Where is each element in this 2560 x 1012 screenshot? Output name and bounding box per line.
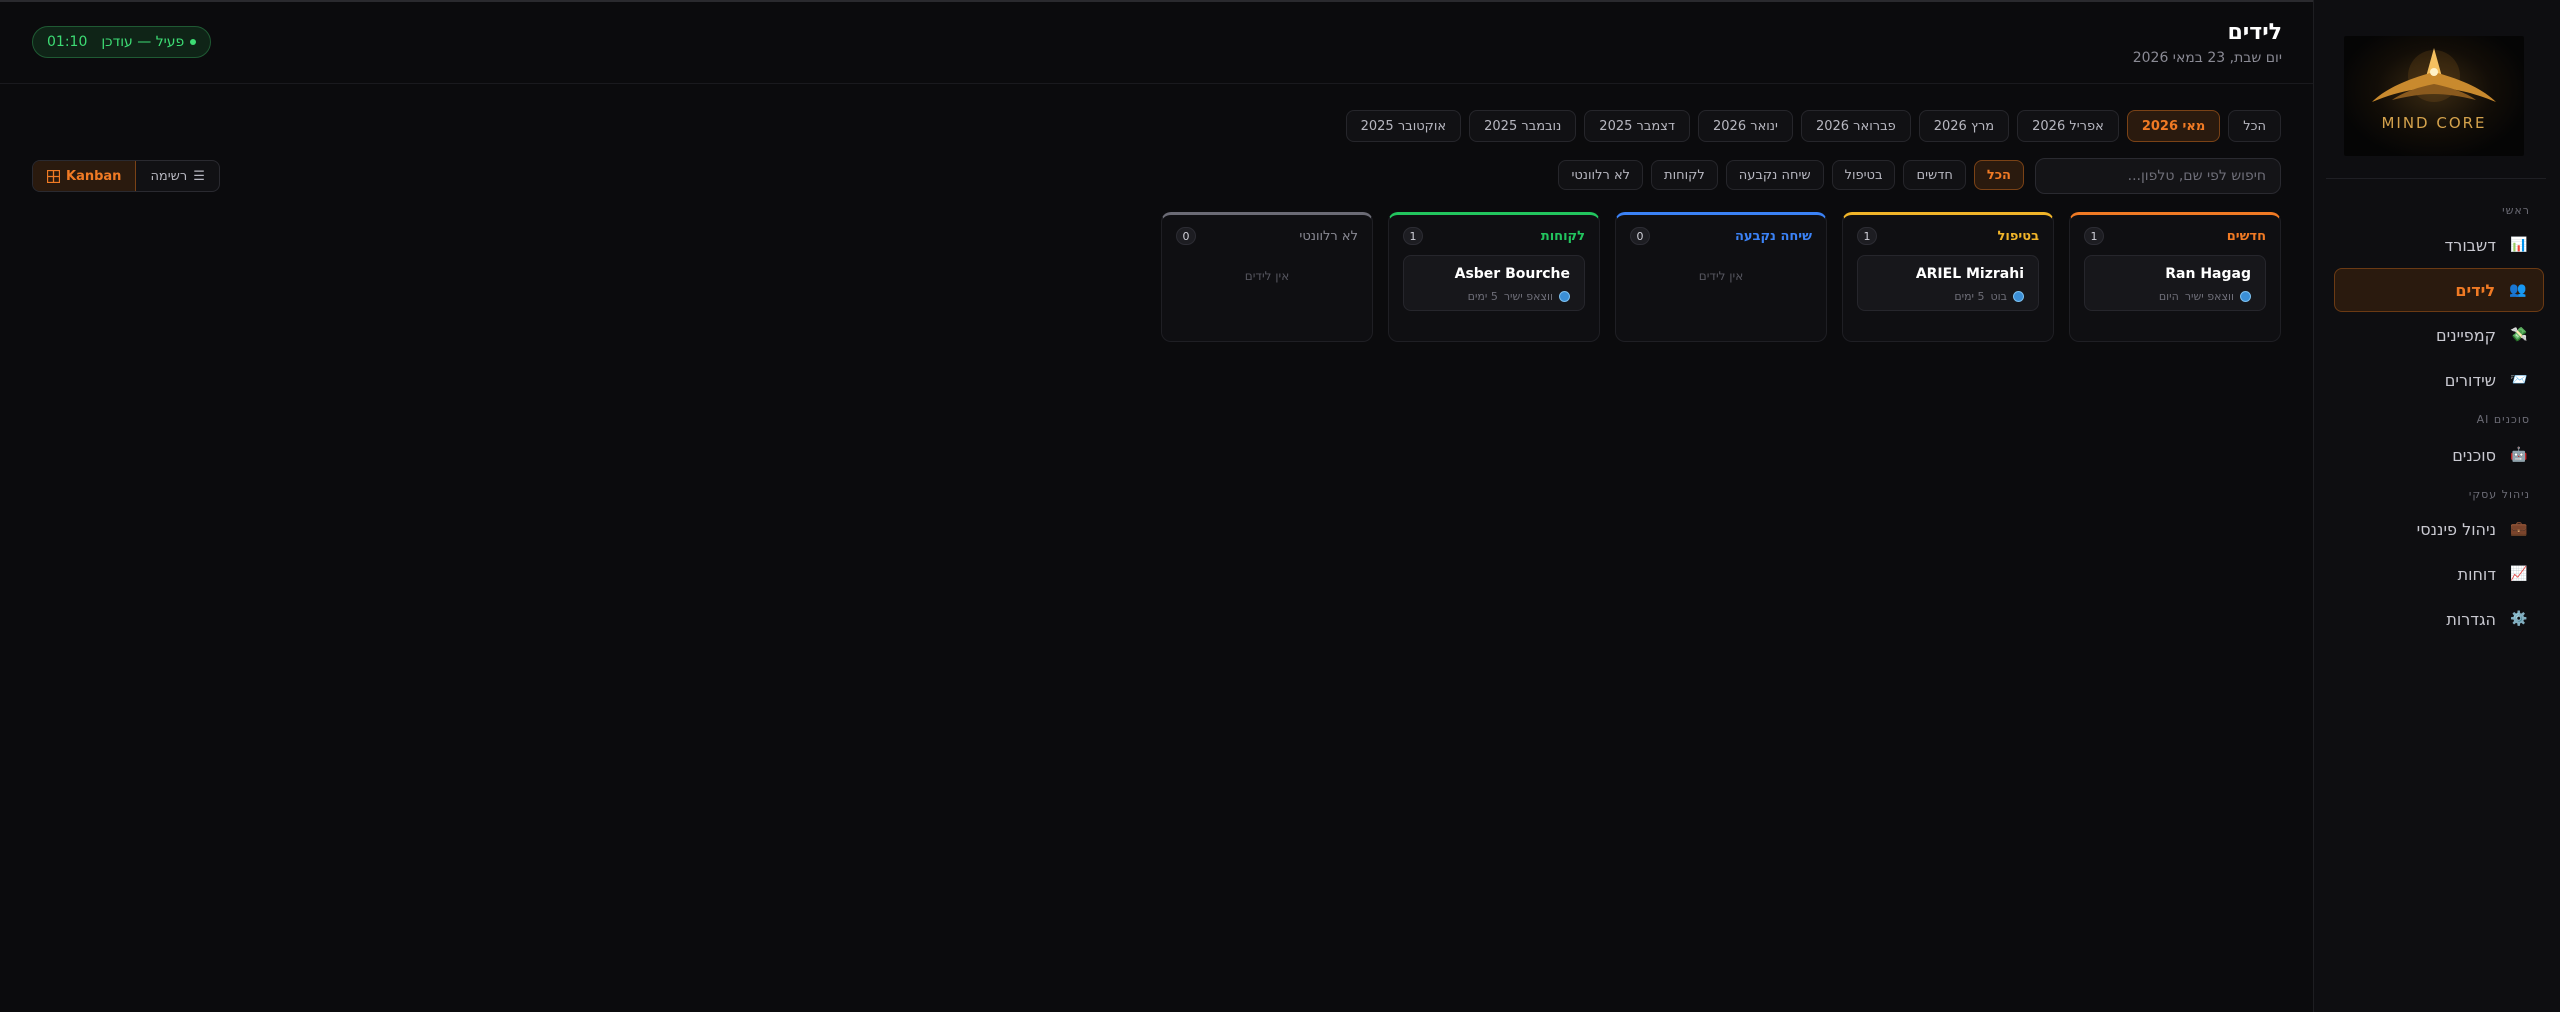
column-title: לא רלוונטי	[1299, 228, 1358, 244]
top-border	[0, 0, 2560, 2]
users-icon: 👥	[2509, 282, 2527, 298]
broadcast-icon: 📨	[2510, 372, 2528, 388]
lead-card[interactable]: ARIEL Mizrahi בוט 5 ימים	[1857, 255, 2039, 311]
lead-age: היום	[2158, 290, 2179, 303]
page-title: לידים	[2227, 20, 2282, 45]
status-time: 01:10	[47, 34, 88, 50]
gear-icon: ⚙️	[2510, 611, 2528, 627]
list-icon: ☰	[193, 168, 205, 184]
page-date: יום שבת, 23 במאי 2026	[2132, 50, 2282, 66]
chart-icon: 📊	[2510, 237, 2528, 253]
status-badge: פעיל — עודכן 01:10	[32, 26, 212, 58]
lead-card[interactable]: Asber Bourche ווצאפ ישיר 5 ימים	[1403, 255, 1585, 311]
column-title: לקוחות	[1540, 228, 1585, 244]
globe-icon	[2240, 291, 2251, 302]
month-tab-mar-2026[interactable]: מרץ 2026	[1918, 110, 2010, 142]
month-tab-feb-2026[interactable]: פברואר 2026	[1800, 110, 1911, 142]
month-tab-apr-2026[interactable]: אפריל 2026	[2017, 110, 2119, 142]
empty-state: אין לידים	[1698, 269, 1744, 283]
status-dot-icon	[190, 39, 197, 45]
list-label: רשימה	[150, 168, 188, 184]
sidebar-item-label: שידורים	[2444, 370, 2496, 390]
sidebar-item-agents[interactable]: 🤖 סוכנים	[2334, 433, 2544, 477]
filter-new[interactable]: חדשים	[1903, 160, 1966, 190]
sidebar: MIND CORE ראשי 📊 דשבורד 👥 לידים 💸 קמפיינ…	[2313, 0, 2560, 1012]
month-tab-may-2026[interactable]: מאי 2026	[2126, 110, 2221, 142]
filter-call-scheduled[interactable]: שיחה נקבעה	[1725, 160, 1824, 190]
sidebar-item-label: דשבורד	[2444, 235, 2496, 255]
sidebar-item-label: דוחות	[2457, 564, 2496, 584]
lead-source: ווצאפ ישיר	[2184, 290, 2234, 303]
lead-name: ARIEL Mizrahi	[1915, 266, 2024, 282]
section-label-ai: סוכנים AI	[2476, 413, 2530, 426]
empty-state: אין לידים	[1244, 269, 1290, 283]
sidebar-item-broadcasts[interactable]: 📨 שידורים	[2334, 358, 2544, 402]
kanban-board: חדשים 1 Ran Hagag ווצאפ ישיר היום בטיפול…	[1161, 212, 2281, 342]
section-label-main: ראשי	[2502, 204, 2530, 217]
kanban-view-button[interactable]: Kanban	[33, 161, 137, 191]
column-count-badge: 1	[1403, 227, 1423, 245]
month-tab-oct-2025[interactable]: אוקטובר 2025	[1345, 110, 1462, 142]
status-filter-tabs: הכל חדשים בטיפול שיחה נקבעה לקוחות לא רל…	[1558, 160, 2024, 190]
list-view-button[interactable]: ☰ רשימה	[136, 161, 218, 191]
kanban-column-call-scheduled: שיחה נקבעה 0 אין לידים	[1615, 212, 1827, 342]
lead-source: ווצאפ ישיר	[1503, 290, 1553, 303]
month-filter-tabs: הכל מאי 2026 אפריל 2026 מרץ 2026 פברואר …	[1345, 110, 2281, 142]
column-count-badge: 1	[1857, 227, 1877, 245]
column-count-badge: 0	[1630, 227, 1650, 245]
sidebar-item-reports[interactable]: 📈 דוחות	[2334, 552, 2544, 596]
lead-age: 5 ימים	[1467, 290, 1498, 303]
search-input[interactable]	[2035, 158, 2281, 194]
kanban-column-new: חדשים 1 Ran Hagag ווצאפ ישיר היום	[2069, 212, 2281, 342]
sidebar-item-finance[interactable]: 💼 ניהול פיננסי	[2334, 507, 2544, 551]
column-title: שיחה נקבעה	[1734, 228, 1812, 244]
megaphone-icon: 💸	[2510, 327, 2528, 343]
filter-customers[interactable]: לקוחות	[1651, 160, 1718, 190]
sidebar-item-label: לידים	[2455, 280, 2495, 300]
sidebar-item-label: ניהול פיננסי	[2416, 519, 2496, 539]
trend-icon: 📈	[2510, 566, 2528, 582]
filter-in-progress[interactable]: בטיפול	[1831, 160, 1896, 190]
column-count-badge: 0	[1176, 227, 1196, 245]
grid-icon	[47, 169, 60, 183]
column-count-badge: 1	[2084, 227, 2104, 245]
month-tab-nov-2025[interactable]: נובמבר 2025	[1469, 110, 1577, 142]
kanban-column-customers: לקוחות 1 Asber Bourche ווצאפ ישיר 5 ימים	[1388, 212, 1600, 342]
month-tab-all[interactable]: הכל	[2228, 110, 2281, 142]
sidebar-item-leads[interactable]: 👥 לידים	[2334, 268, 2544, 312]
filter-all[interactable]: הכל	[1973, 160, 2024, 190]
column-title: בטיפול	[1997, 228, 2039, 244]
globe-icon	[1559, 291, 1570, 302]
lead-age: 5 ימים	[1954, 290, 1985, 303]
kanban-column-in-progress: בטיפול 1 ARIEL Mizrahi בוט 5 ימים	[1842, 212, 2054, 342]
section-label-business: ניהול עסקי	[2468, 488, 2530, 501]
sidebar-item-label: סוכנים	[2452, 445, 2496, 465]
sidebar-item-label: קמפיינים	[2436, 325, 2496, 345]
month-tab-jan-2026[interactable]: ינואר 2026	[1698, 110, 1793, 142]
sidebar-item-dashboard[interactable]: 📊 דשבורד	[2334, 223, 2544, 267]
kanban-column-not-relevant: לא רלוונטי 0 אין לידים	[1161, 212, 1373, 342]
header-divider	[0, 83, 2313, 84]
lead-source: בוט	[1990, 290, 2008, 303]
mind-core-logo[interactable]: MIND CORE	[2344, 36, 2524, 156]
sidebar-divider	[2326, 178, 2546, 179]
logo-text: MIND CORE	[2381, 114, 2487, 132]
globe-icon	[2013, 291, 2024, 302]
sidebar-item-label: הגדרות	[2446, 609, 2496, 629]
sidebar-item-settings[interactable]: ⚙️ הגדרות	[2334, 597, 2544, 641]
robot-icon: 🤖	[2510, 447, 2528, 463]
kanban-label: Kanban	[66, 168, 122, 184]
lead-name: Asber Bourche	[1454, 266, 1570, 282]
filter-not-relevant[interactable]: לא רלוונטי	[1558, 160, 1644, 190]
logo-emblem-icon	[2372, 48, 2496, 102]
column-title: חדשים	[2226, 228, 2266, 244]
month-tab-dec-2025[interactable]: דצמבר 2025	[1584, 110, 1691, 142]
sidebar-item-campaigns[interactable]: 💸 קמפיינים	[2334, 313, 2544, 357]
lead-card[interactable]: Ran Hagag ווצאפ ישיר היום	[2084, 255, 2266, 311]
status-label: פעיל — עודכן	[101, 34, 185, 50]
briefcase-icon: 💼	[2510, 521, 2528, 537]
view-toggle: Kanban ☰ רשימה	[32, 160, 220, 192]
lead-name: Ran Hagag	[2165, 266, 2251, 282]
